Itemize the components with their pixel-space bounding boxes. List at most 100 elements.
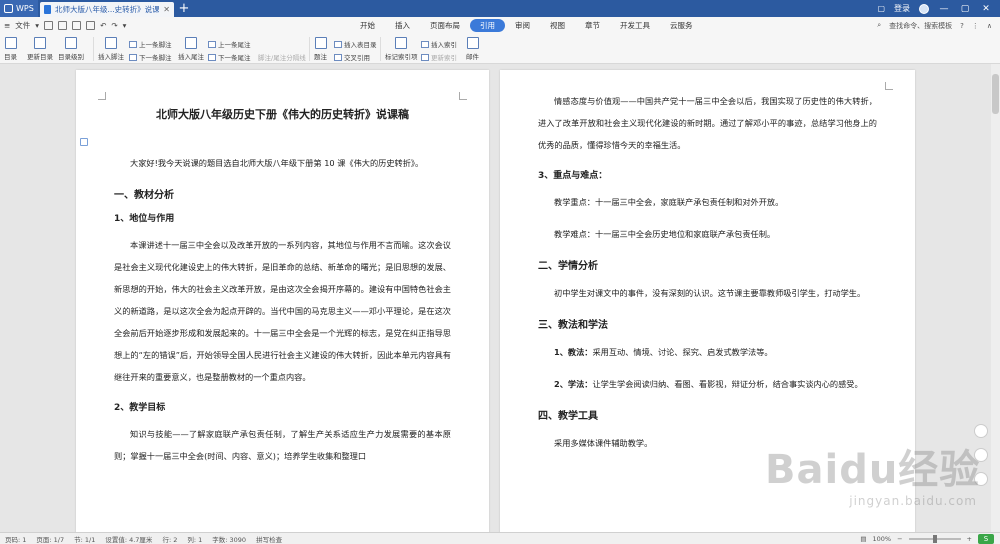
zoom-value[interactable]: 100%	[873, 535, 892, 543]
more-icon[interactable]: ⋮	[972, 22, 979, 30]
update-index-button[interactable]: 更新索引	[421, 52, 457, 62]
toc-button[interactable]: 目录	[4, 37, 17, 61]
file-menu[interactable]: 文件	[15, 20, 30, 31]
zoom-in-icon[interactable]: +	[967, 535, 972, 543]
toc-level-label: 目录级别	[58, 53, 84, 61]
mark-index-button[interactable]: 标记索引项	[385, 37, 418, 61]
ribbon-references: 目录 更新目录 目录级别 插入脚注 上一条脚注 下一条脚注 插入尾注 上一条尾注…	[0, 34, 1000, 64]
menu-icon[interactable]: ≡	[4, 21, 10, 30]
paragraph-layout-icon[interactable]	[80, 138, 88, 146]
note-separator-button[interactable]: 脚注/尾注分隔线	[258, 52, 306, 62]
tab-cloud-service[interactable]: 云服务	[660, 19, 703, 32]
cross-reference-button[interactable]: 交叉引用	[334, 52, 370, 62]
tab-page-layout[interactable]: 页面布局	[420, 19, 470, 32]
status-words[interactable]: 字数: 3090	[207, 534, 251, 544]
ribbon-separator	[309, 37, 310, 61]
new-tab-button[interactable]: +	[174, 0, 194, 17]
select-tool-icon[interactable]	[974, 424, 988, 438]
teaching-method-label: 1、教法：	[554, 347, 593, 357]
caption-label: 题注	[314, 53, 327, 61]
insert-index-button[interactable]: 插入索引	[421, 39, 457, 49]
status-pages[interactable]: 页面: 1/7	[31, 534, 69, 544]
watermark-logo-text: Baidu经验	[765, 447, 981, 493]
insert-endnote-label: 插入尾注	[178, 53, 204, 61]
intro-paragraph: 大家好!我今天说课的题目选自北师大版八年级下册第 10 课《伟大的历史转折》。	[130, 158, 424, 168]
view-mode-icon[interactable]: ▤	[860, 535, 866, 543]
tab-developer[interactable]: 开发工具	[610, 19, 660, 32]
print-icon[interactable]	[72, 21, 82, 30]
skin-icon[interactable]: ▢	[877, 4, 885, 13]
tab-home[interactable]: 开始	[350, 19, 385, 32]
heading-status-role: 1、地位与作用	[114, 214, 175, 224]
tab-chapter[interactable]: 章节	[575, 19, 610, 32]
heading-teaching-tools: 四、教学工具	[538, 411, 598, 422]
wps-app-tab[interactable]: WPS	[0, 0, 38, 17]
document-title: 北师大版八年级历史下册《伟大的历史转折》说课稿	[156, 108, 409, 121]
caption-button[interactable]: 题注	[314, 37, 327, 61]
minimize-button[interactable]: —	[938, 4, 950, 14]
teaching-method-text: 采用互动、情境、讨论、探究、启发式教学法等。	[592, 347, 773, 357]
redo-icon[interactable]: ↷	[111, 21, 117, 30]
next-footnote-icon	[129, 53, 137, 61]
chevron-down-icon[interactable]: ▾	[35, 21, 39, 30]
heading-key-difficult-points: 3、重点与难点：	[538, 171, 608, 181]
toc-icon	[4, 37, 17, 49]
insert-index-label: 插入索引	[431, 41, 457, 49]
prev-endnote-icon	[208, 40, 216, 48]
cross-reference-icon	[334, 53, 342, 61]
mail-button[interactable]: 邮件	[466, 37, 479, 61]
page-2-content: 情感态度与价值观——中国共产党十一届三中全会以后，我国实现了历史性的伟大转折，进…	[538, 90, 877, 454]
avatar[interactable]	[919, 3, 929, 14]
document-tab[interactable]: 北师大版八年级...史转折》说课稿 ✕	[40, 2, 174, 17]
tab-view[interactable]: 视图	[540, 19, 575, 32]
heading-teaching-goals: 2、教学目标	[114, 403, 166, 413]
login-link[interactable]: 登录	[894, 3, 910, 14]
update-toc-button[interactable]: 更新目录	[27, 37, 53, 61]
open-icon[interactable]	[44, 21, 54, 30]
page-1[interactable]: 北师大版八年级历史下册《伟大的历史转折》说课稿 大家好!我今天说课的题目选自北师…	[76, 70, 489, 532]
search-command-input[interactable]: 查找命令、搜索模板	[889, 21, 952, 31]
search-icon[interactable]: ⌕	[877, 21, 881, 30]
prev-footnote-button[interactable]: 上一条脚注	[129, 39, 172, 49]
status-right: ▤ 100% − + S	[860, 533, 994, 544]
insert-endnote-button[interactable]: 插入尾注	[178, 37, 204, 61]
next-footnote-button[interactable]: 下一条脚注	[129, 52, 172, 62]
zoom-out-icon[interactable]: −	[897, 535, 902, 543]
teaching-method-paragraph: 1、教法：采用互动、情境、讨论、探究、启发式教学法等。	[538, 341, 877, 363]
insert-footnote-button[interactable]: 插入脚注	[98, 37, 124, 61]
zoom-slider[interactable]	[908, 534, 961, 543]
prev-footnote-icon	[129, 40, 137, 48]
heading-student-analysis: 二、学情分析	[538, 261, 598, 272]
customize-icon[interactable]: ▾	[123, 21, 127, 30]
next-footnote-label: 下一条脚注	[139, 54, 172, 62]
undo-icon[interactable]: ↶	[100, 21, 106, 30]
insert-table-of-figures-button[interactable]: 插入表目录	[334, 39, 377, 49]
difficult-point-paragraph: 教学难点：十一届三中全会历史地位和家庭联产承包责任制。	[554, 229, 776, 239]
tab-insert[interactable]: 插入	[385, 19, 420, 32]
help-icon[interactable]: ?	[960, 22, 964, 30]
learning-method-label: 2、学法：	[554, 379, 593, 389]
ribbon-separator	[380, 37, 381, 61]
scrollbar-thumb[interactable]	[992, 74, 999, 114]
maximize-button[interactable]: ▢	[959, 4, 971, 14]
save-icon[interactable]	[58, 21, 68, 30]
print-preview-icon[interactable]	[86, 21, 96, 30]
next-endnote-button[interactable]: 下一条尾注	[208, 52, 251, 62]
toc-level-button[interactable]: 目录级别	[58, 37, 84, 61]
wps-assistant-icon[interactable]: S	[978, 533, 994, 544]
tab-references[interactable]: 引用	[470, 19, 505, 32]
heading-methods: 三、教法和学法	[538, 320, 608, 331]
learning-method-paragraph: 2、学法：让学生学会阅读归纳、看图、看影视，辩证分析，结合事实谈内心的感受。	[538, 373, 877, 395]
status-row: 行: 2	[162, 535, 178, 544]
tab-review[interactable]: 审阅	[505, 19, 540, 32]
prev-endnote-button[interactable]: 上一条尾注	[208, 39, 251, 49]
next-endnote-label: 下一条尾注	[218, 54, 251, 62]
watermark-url: jingyan.baidu.com	[849, 494, 977, 508]
zoom-slider-knob[interactable]	[932, 534, 937, 543]
collapse-ribbon-icon[interactable]: ∧	[987, 22, 992, 30]
spell-check-toggle[interactable]: 拼写检查	[251, 534, 287, 544]
close-tab-icon[interactable]: ✕	[163, 5, 170, 14]
status-setting: 设置值: 4.7厘米	[105, 535, 153, 544]
close-window-button[interactable]: ✕	[980, 4, 992, 14]
status-page: 页码: 1	[5, 535, 27, 544]
